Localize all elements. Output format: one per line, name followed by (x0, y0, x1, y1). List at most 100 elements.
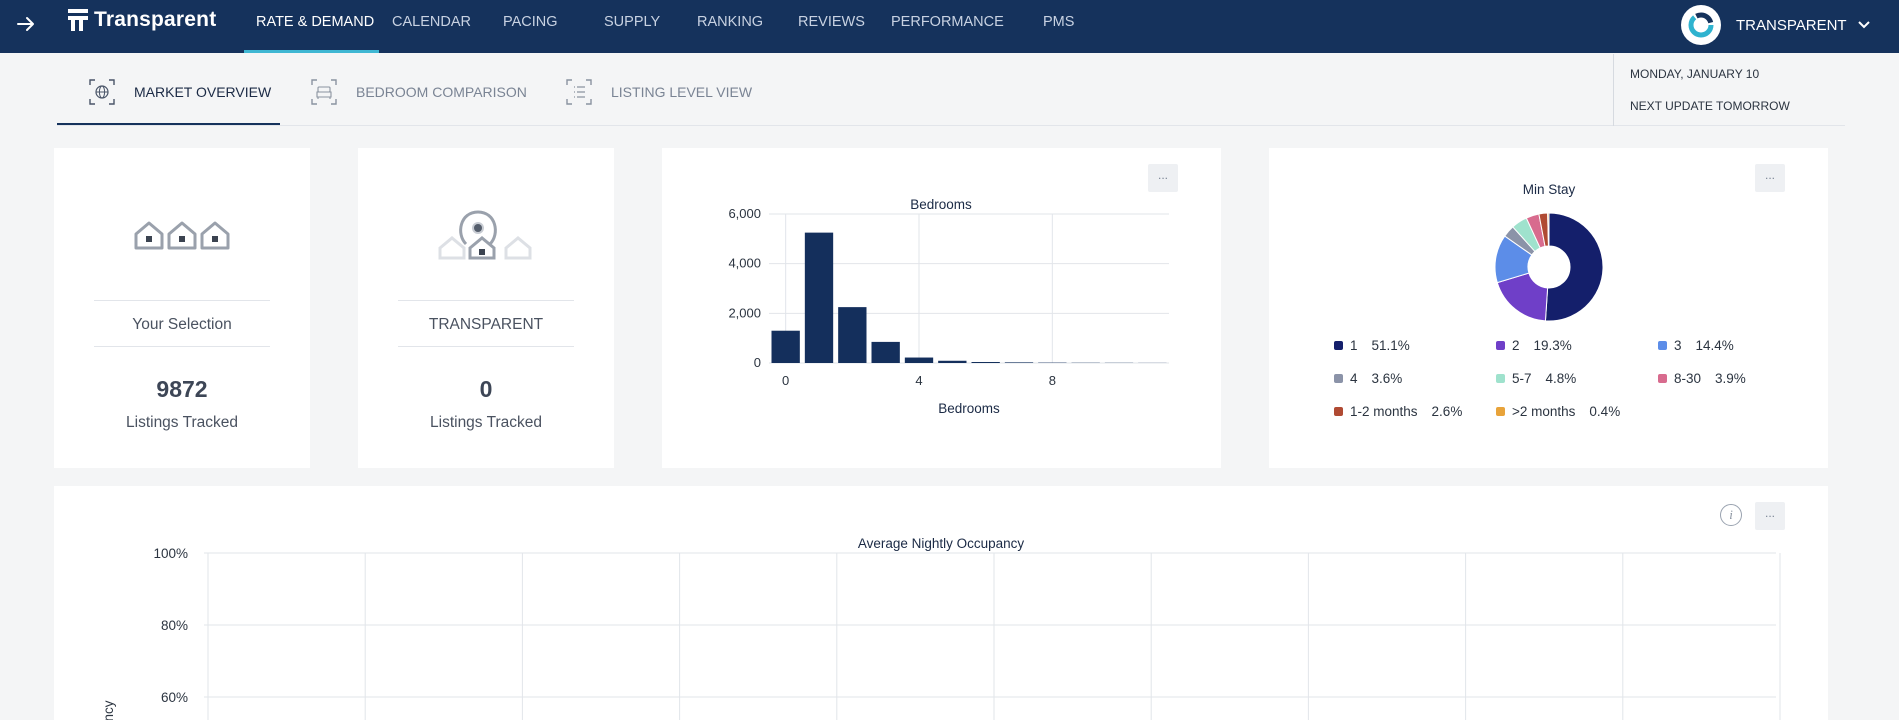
nav-ranking[interactable]: RANKING (697, 14, 763, 30)
legend-item[interactable]: 4 3.6% (1334, 371, 1402, 386)
chart-title: Min Stay (1523, 182, 1576, 197)
your-selection-card: Your Selection 9872 Listings Tracked (54, 148, 310, 468)
more-options-button[interactable]: ... (1148, 164, 1178, 192)
list-icon (566, 79, 592, 105)
listings-count: 0 (479, 376, 493, 402)
bar (1004, 362, 1034, 363)
info-icon[interactable]: i (1720, 504, 1742, 526)
y-tick-label: 4,000 (728, 256, 761, 271)
bar (804, 232, 834, 363)
legend-percent: 3.9% (1715, 371, 1746, 386)
bed-icon (311, 79, 337, 105)
bedrooms-chart-card: ... 0 2,000 4,000 6,000 0 4 8 Bedrooms Bedrooms (662, 148, 1221, 468)
legend-label: 1-2 months (1350, 404, 1418, 419)
legend-label: >2 months (1512, 404, 1576, 419)
account-logo-icon (1688, 12, 1714, 38)
x-tick-label: 0 (782, 373, 789, 388)
y-tick-label: 80% (161, 618, 188, 633)
legend-percent: 0.4% (1589, 404, 1621, 419)
account-menu[interactable]: TRANSPARENT (1681, 5, 1871, 45)
legend-item[interactable]: 1 51.1% (1334, 338, 1410, 353)
legend-swatch (1496, 341, 1505, 350)
nav-pms[interactable]: PMS (1043, 14, 1074, 30)
bar (904, 357, 934, 363)
brand-name: Transparent (94, 8, 217, 31)
y-axis-label: ncy (101, 700, 116, 720)
more-options-button[interactable]: ... (1755, 164, 1785, 192)
legend-swatch (1334, 374, 1343, 383)
legend-label: 1 (1350, 338, 1358, 353)
pie-slice (1544, 212, 1604, 322)
legend-label: 4 (1350, 371, 1358, 386)
legend-percent: 3.6% (1371, 371, 1403, 386)
legend-swatch (1334, 407, 1343, 416)
legend-label: 2 (1512, 338, 1520, 353)
nav-pacing[interactable]: PACING (503, 14, 558, 30)
tab-label: LISTING LEVEL VIEW (611, 84, 753, 100)
brand-logo[interactable]: Transparent (68, 8, 216, 32)
account-name: TRANSPARENT (1736, 16, 1847, 34)
legend-swatch (1334, 341, 1343, 350)
card-label: TRANSPARENT (398, 300, 574, 347)
legend-percent: 51.1% (1371, 338, 1410, 353)
legend-label: 3 (1674, 338, 1682, 353)
card-label: Your Selection (94, 300, 270, 347)
legend-item[interactable]: 2 19.3% (1496, 338, 1572, 353)
y-tick-label: 6,000 (728, 206, 761, 221)
tab-label: BEDROOM COMPARISON (356, 84, 527, 100)
transparent-logo-icon (68, 9, 88, 31)
arrow-right-icon[interactable] (14, 12, 38, 36)
tab-label: MARKET OVERVIEW (134, 84, 272, 100)
x-axis-label: Bedrooms (938, 401, 1000, 416)
more-options-button[interactable]: ... (1755, 502, 1785, 530)
nav-performance[interactable]: PERFORMANCE (891, 14, 1004, 30)
legend-item[interactable]: 3 14.4% (1658, 338, 1734, 353)
nav-reviews[interactable]: REVIEWS (798, 14, 865, 30)
chart-title: Bedrooms (910, 197, 972, 212)
legend-label: 5-7 (1512, 371, 1532, 386)
tabs-divider (57, 125, 1845, 126)
legend-swatch (1658, 341, 1667, 350)
bar (871, 341, 900, 363)
y-tick-label: 60% (161, 690, 188, 705)
bar (771, 330, 800, 363)
avatar (1681, 5, 1721, 45)
legend-swatch (1496, 407, 1505, 416)
x-tick-label: 4 (915, 373, 922, 388)
bar (938, 360, 967, 363)
location-houses-icon (438, 210, 532, 260)
legend-percent: 4.8% (1545, 371, 1577, 386)
bar (838, 307, 867, 363)
y-tick-label: 0 (754, 355, 761, 370)
legend-percent: 19.3% (1533, 338, 1572, 353)
tab-listing-level-view[interactable]: LISTING LEVEL VIEW (565, 78, 752, 106)
legend-swatch (1658, 374, 1667, 383)
legend-label: 8-30 (1674, 371, 1702, 386)
legend-item[interactable]: 8-30 3.9% (1658, 371, 1746, 386)
houses-icon (134, 221, 230, 250)
tab-bedroom-comparison[interactable]: BEDROOM COMPARISON (310, 78, 527, 106)
occupancy-line-chart: Average Nightly Occupancy 60% 80% 100% ncy (101, 536, 1781, 720)
legend-item[interactable]: 1-2 months 2.6% (1334, 404, 1462, 419)
chevron-down-icon[interactable] (1857, 20, 1871, 30)
current-date: MONDAY, JANUARY 10 (1630, 67, 1760, 81)
globe-icon (89, 79, 115, 105)
legend-percent: 2.6% (1431, 404, 1463, 419)
bedrooms-bar-chart: 0 2,000 4,000 6,000 0 4 8 Bedrooms Bedrooms (728, 197, 1169, 416)
min-stay-donut-chart: Min Stay (1494, 182, 1604, 322)
nav-supply[interactable]: SUPPLY (604, 14, 660, 30)
nav-calendar[interactable]: CALENDAR (392, 14, 471, 30)
legend-item[interactable]: 5-7 4.8% (1496, 371, 1576, 386)
min-stay-chart-card: ... Min Stay 1 51.1% 2 19.3% 3 14.4% 4 3.6% 5-7 4… (1269, 148, 1828, 468)
update-status: MONDAY, JANUARY 10 NEXT UPDATE TOMORROW (1613, 54, 1790, 126)
legend-percent: 14.4% (1695, 338, 1734, 353)
tab-market-overview[interactable]: MARKET OVERVIEW (88, 78, 271, 106)
nav-rate-demand[interactable]: RATE & DEMAND (256, 14, 374, 30)
card-sub-label: Listings Tracked (126, 414, 238, 431)
company-card: TRANSPARENT 0 Listings Tracked (358, 148, 614, 468)
legend-swatch (1496, 374, 1505, 383)
y-tick-label: 2,000 (728, 305, 761, 320)
legend-item[interactable]: >2 months 0.4% (1496, 404, 1620, 419)
listings-count: 9872 (156, 376, 208, 402)
bar (971, 362, 1000, 363)
